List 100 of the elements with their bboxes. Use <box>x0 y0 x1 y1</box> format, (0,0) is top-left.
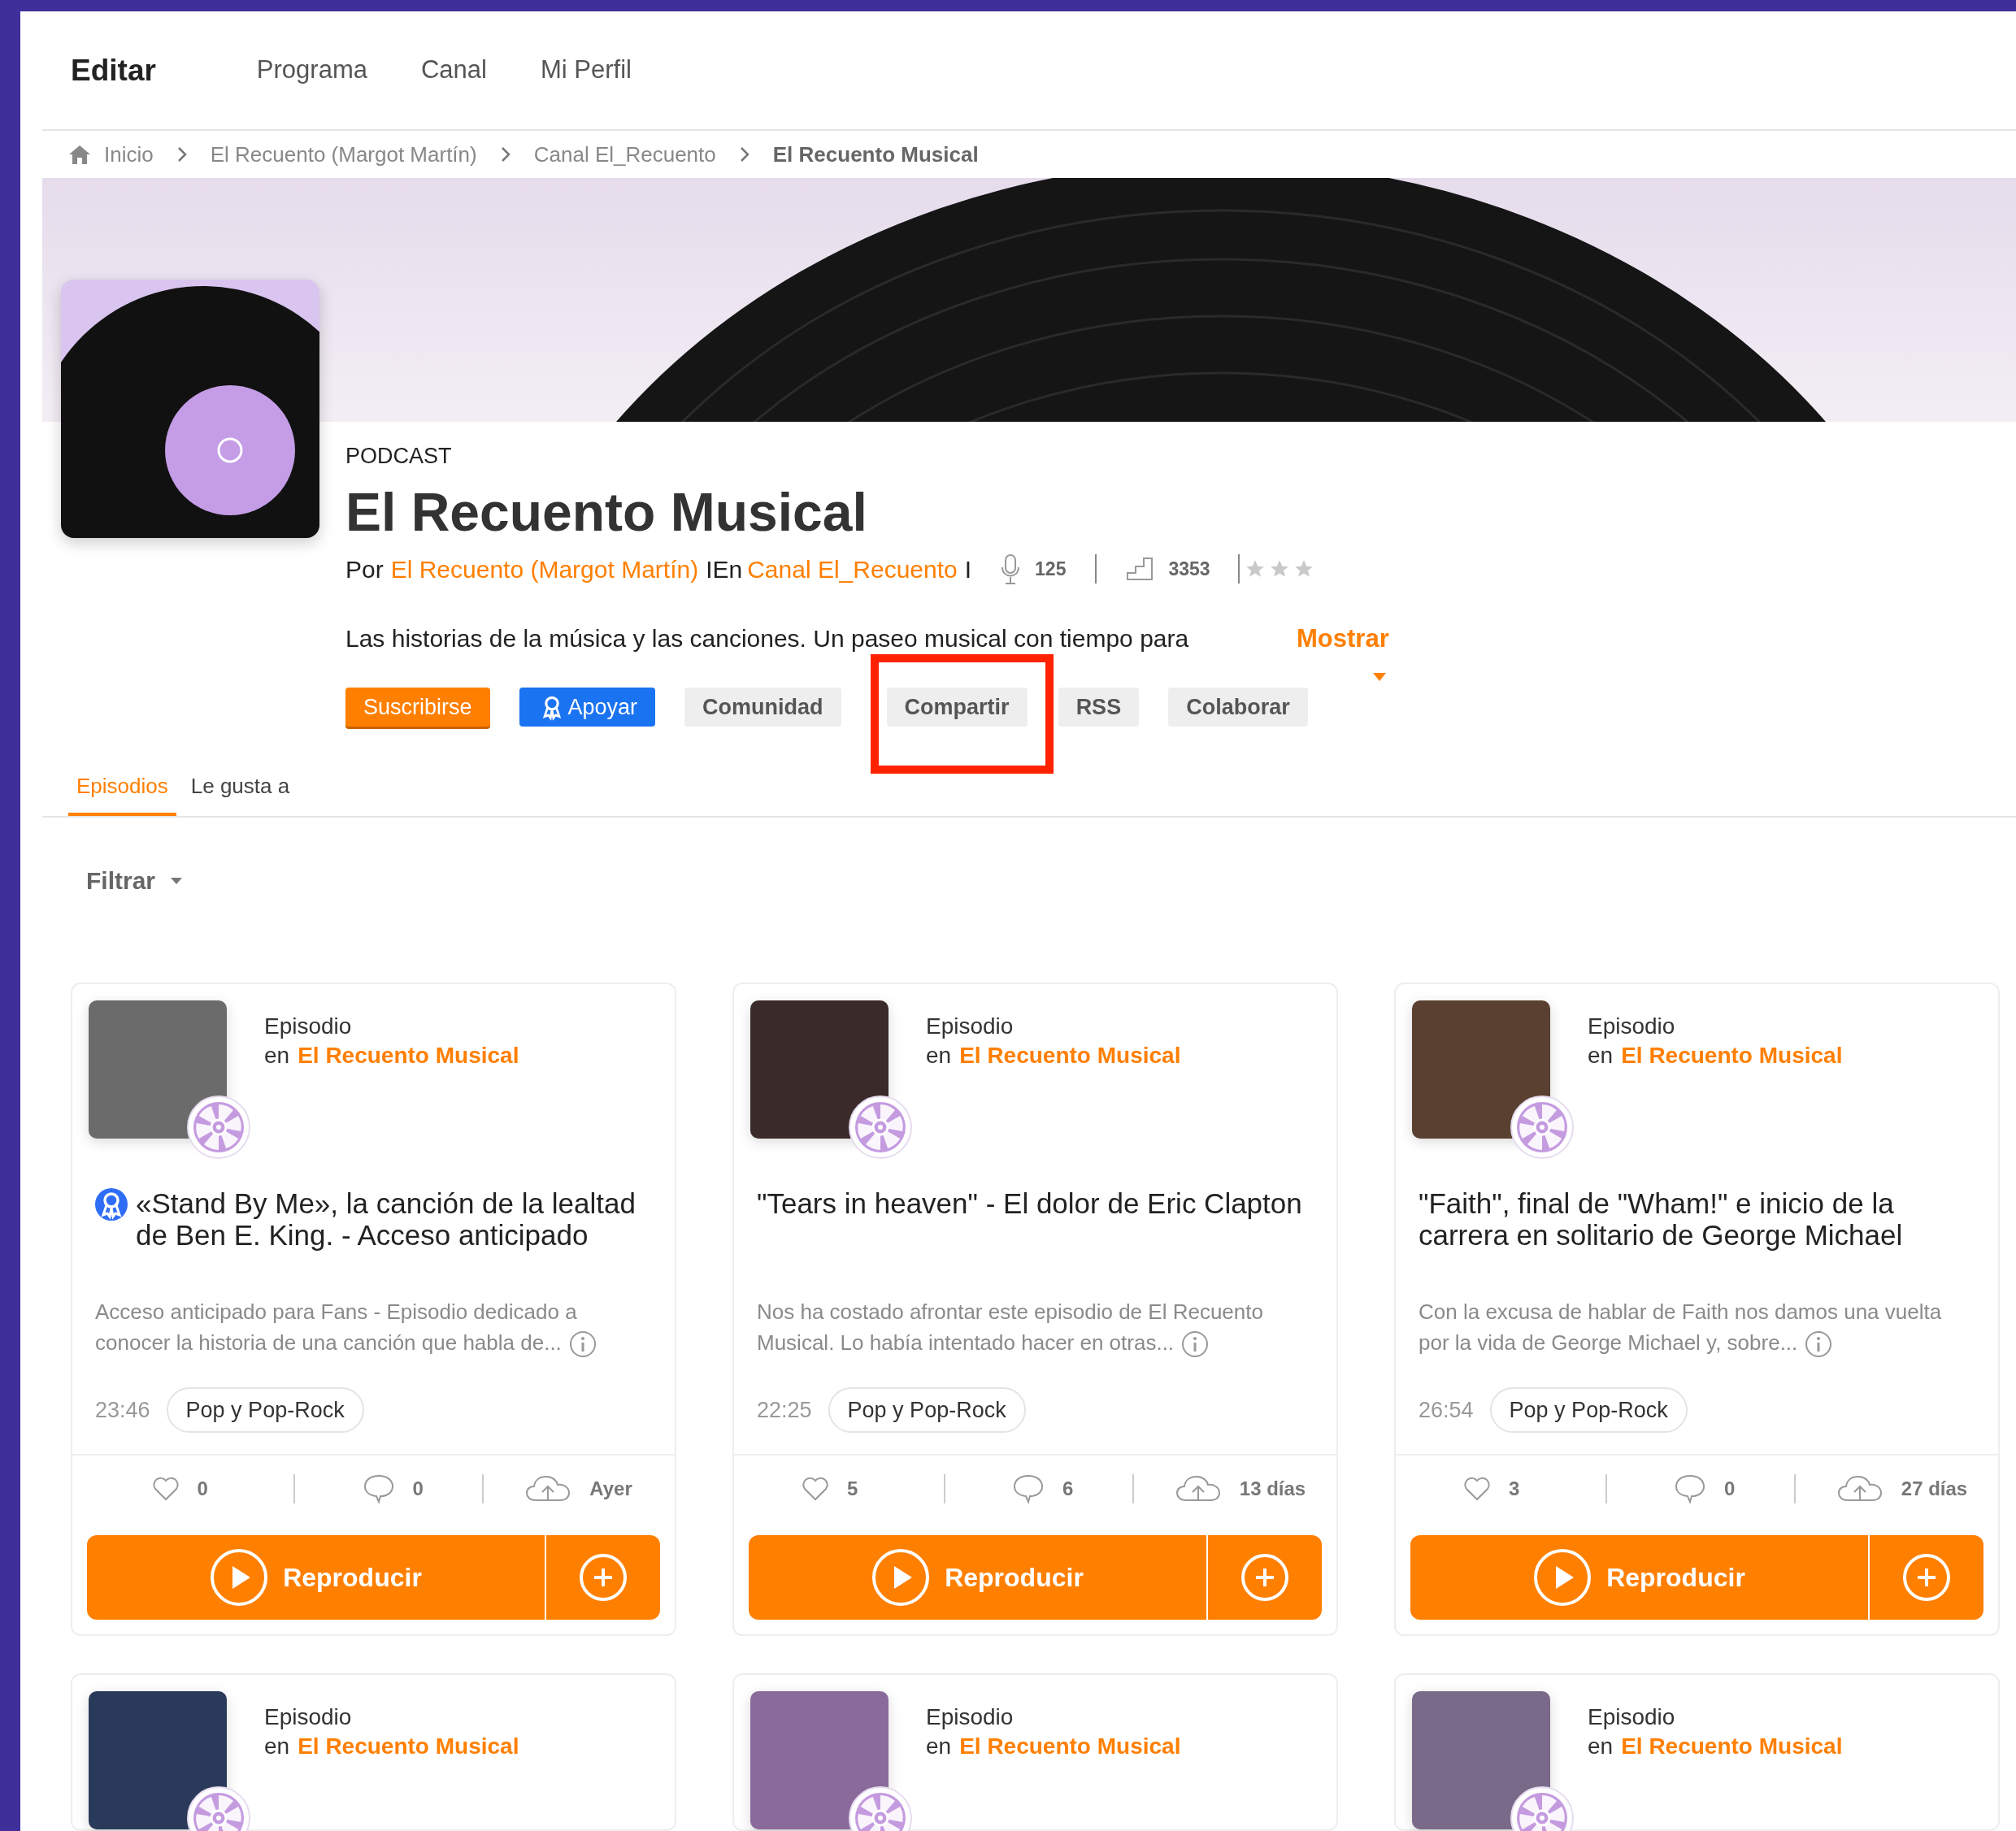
breadcrumb-link[interactable]: Canal El_Recuento <box>533 138 716 171</box>
channel-link[interactable]: Canal El_Recuento <box>747 550 958 588</box>
show-link[interactable]: El Recuento Musical <box>298 1040 519 1070</box>
separator-mark: I <box>964 554 972 584</box>
show-prefix: en <box>264 1041 290 1070</box>
play-icon <box>1533 1548 1592 1607</box>
episode-type: Episodio <box>926 1012 1015 1040</box>
episode-title[interactable]: "Faith", final de "Wham!" e inicio de la carrera en solitario de George Michael <box>1419 1187 1975 1251</box>
home-icon <box>68 144 91 165</box>
add-to-list-button[interactable] <box>546 1535 660 1620</box>
action-button[interactable]: Compartir <box>886 688 1028 727</box>
speech-bubble-icon[interactable] <box>1674 1473 1707 1504</box>
episode-description: Nos ha costado afrontar este episodio de El Recuento Musical. Lo había intentado hacer en otras... <box>734 1295 1336 1369</box>
content-tab[interactable]: Le gusta a <box>182 759 298 817</box>
podcast-type: PODCAST <box>345 443 453 471</box>
edit-title[interactable]: Editar <box>71 47 156 93</box>
speech-bubble-icon[interactable] <box>362 1473 395 1504</box>
show-link[interactable]: El Recuento Musical <box>1621 1732 1843 1761</box>
show-prefix: en <box>1588 1041 1614 1070</box>
chevron-right-icon <box>499 145 511 163</box>
action-button[interactable]: Colaborar <box>1168 688 1308 727</box>
chevron-right-icon <box>176 145 188 163</box>
filter-dropdown[interactable]: Filtrar <box>86 862 184 900</box>
episode-type: Episodio <box>1588 1012 1676 1040</box>
episode-type: Episodio <box>1588 1703 1676 1731</box>
play-button[interactable]: Reproducir <box>749 1535 1206 1620</box>
breadcrumb-link[interactable]: Inicio <box>104 138 154 171</box>
action-button[interactable]: Suscribirse <box>345 688 490 727</box>
action-button[interactable]: Comunidad <box>684 688 841 727</box>
vinyl-badge-icon <box>848 1094 913 1160</box>
vinyl-badge-icon <box>1510 1094 1575 1160</box>
cloud-upload-icon <box>1836 1474 1883 1503</box>
vinyl-badge-icon <box>186 1094 251 1160</box>
episode-duration: 22:25 <box>757 1396 812 1424</box>
info-icon[interactable] <box>1180 1329 1210 1359</box>
show-prefix: en <box>1588 1733 1614 1760</box>
heart-icon[interactable] <box>1463 1477 1492 1501</box>
episode-duration: 26:54 <box>1419 1396 1474 1424</box>
episode-type: Episodio <box>264 1012 353 1040</box>
episode-title[interactable]: «Stand By Me», la canción de la lealtad de Ben E. King. - Acceso anticipado <box>136 1187 652 1251</box>
nav-link[interactable]: Programa <box>256 51 367 89</box>
show-link[interactable]: El Recuento Musical <box>298 1732 519 1761</box>
likes-count: 5 <box>847 1477 858 1501</box>
episode-description: Acceso anticipado para Fans - Episodio dedicado a conocer la historia de una canción que habla de... <box>72 1295 675 1369</box>
heart-icon[interactable] <box>151 1477 180 1501</box>
stairs-icon <box>1126 557 1154 582</box>
publish-date: 13 días <box>1239 1477 1306 1501</box>
episode-type: Episodio <box>264 1703 353 1731</box>
episode-duration: 23:46 <box>95 1396 150 1424</box>
show-more-link[interactable]: Mostrar <box>1297 619 1389 658</box>
add-to-list-button[interactable] <box>1208 1535 1322 1620</box>
breadcrumb-link[interactable]: El Recuento (Margot Martín) <box>210 138 477 171</box>
add-icon <box>1902 1553 1951 1602</box>
author-link[interactable]: El Recuento (Margot Martín) <box>390 550 699 588</box>
comments-count: 6 <box>1062 1477 1074 1501</box>
episode-type: Episodio <box>926 1703 1015 1731</box>
nav-link[interactable]: Mi Perfil <box>540 51 632 89</box>
nav-link[interactable]: Canal <box>420 51 487 89</box>
speech-bubble-icon[interactable] <box>1012 1473 1045 1504</box>
play-icon <box>871 1548 931 1607</box>
add-icon <box>579 1553 628 1602</box>
show-prefix: en <box>264 1733 290 1760</box>
info-icon[interactable] <box>1804 1329 1834 1359</box>
show-link[interactable]: El Recuento Musical <box>959 1040 1181 1070</box>
likes-count: 0 <box>197 1477 208 1501</box>
by-label: Por <box>345 554 384 584</box>
episode-title[interactable]: "Tears in heaven" - El dolor de Eric Clapton <box>757 1187 1302 1219</box>
genre-tag[interactable]: Pop y Pop-Rock <box>828 1386 1026 1433</box>
content-tab[interactable]: Episodios <box>68 759 176 817</box>
cloud-upload-icon <box>524 1474 572 1503</box>
caret-down-icon <box>1371 672 1387 683</box>
play-button[interactable]: Reproducir <box>87 1535 545 1620</box>
show-link[interactable]: El Recuento Musical <box>1621 1040 1843 1070</box>
show-link[interactable]: El Recuento Musical <box>959 1732 1181 1761</box>
cloud-upload-icon <box>1174 1474 1222 1503</box>
show-prefix: en <box>926 1733 952 1760</box>
play-button[interactable]: Reproducir <box>1410 1535 1868 1620</box>
action-button[interactable]: RSS <box>1058 688 1140 727</box>
publish-date: 27 días <box>1901 1477 1968 1501</box>
followers-count: 3353 <box>1168 557 1210 581</box>
caret-down-icon <box>170 876 184 885</box>
heart-icon[interactable] <box>802 1477 830 1501</box>
in-label: IEn <box>706 554 743 584</box>
podcast-description: Las historias de la música y las canciones. Un paseo musical con tiempo para <box>345 623 1190 653</box>
episodes-count: 125 <box>1035 557 1067 581</box>
info-icon[interactable] <box>567 1329 597 1359</box>
play-icon <box>210 1548 269 1607</box>
episode-description: Con la excusa de hablar de Faith nos damos una vuelta por la vida de George Michael y, sobre... <box>1396 1295 1998 1369</box>
comments-count: 0 <box>1724 1477 1736 1501</box>
action-button[interactable]: Apoyar <box>519 688 656 727</box>
likes-count: 3 <box>1509 1477 1520 1501</box>
show-prefix: en <box>926 1041 952 1070</box>
publish-date: Ayer <box>589 1477 632 1501</box>
genre-tag[interactable]: Pop y Pop-Rock <box>166 1386 364 1433</box>
chevron-right-icon <box>738 145 750 163</box>
genre-tag[interactable]: Pop y Pop-Rock <box>1489 1386 1688 1433</box>
add-to-list-button[interactable] <box>1870 1535 1983 1620</box>
add-icon <box>1240 1553 1289 1602</box>
breadcrumb-link[interactable]: El Recuento Musical <box>772 138 979 171</box>
award-ribbon-icon <box>95 1187 128 1221</box>
